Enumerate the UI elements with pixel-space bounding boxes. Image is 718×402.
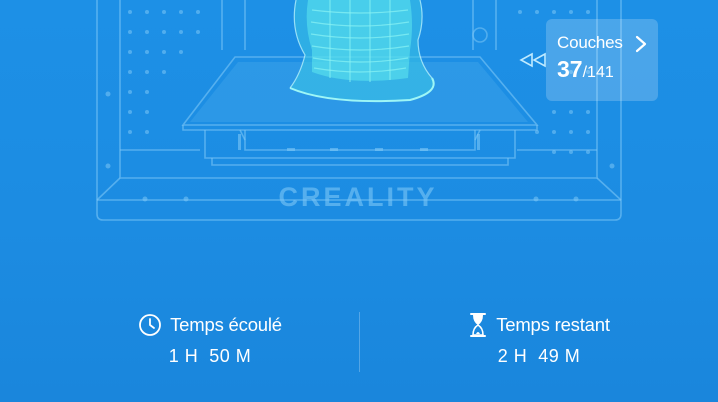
elapsed-time-label: Temps écoulé <box>170 314 282 335</box>
layers-count: 37/141 <box>557 57 658 85</box>
elapsed-time-value: 1 H 50 M <box>168 346 252 366</box>
remaining-time-value: 2 H 49 M <box>497 346 581 366</box>
stats-divider <box>359 312 360 372</box>
remaining-time: Temps restant 2 H 49 M <box>389 312 689 367</box>
layers-button[interactable]: Couches 37/141 <box>546 19 658 101</box>
layers-current: 37 <box>557 56 583 82</box>
hourglass-icon <box>470 313 487 337</box>
brand-logo: CREALITY <box>279 182 438 212</box>
remaining-time-label: Temps restant <box>496 314 610 335</box>
clock-icon <box>139 314 162 336</box>
elapsed-time: Temps écoulé 1 H 50 M <box>60 312 360 367</box>
printed-model <box>289 0 435 103</box>
chevron-right-icon <box>635 35 647 53</box>
print-stats: Temps écoulé 1 H 50 M Temps restant 2 H … <box>0 300 718 380</box>
double-triangle-left-icon <box>519 52 546 68</box>
layers-total: /141 <box>582 64 614 81</box>
